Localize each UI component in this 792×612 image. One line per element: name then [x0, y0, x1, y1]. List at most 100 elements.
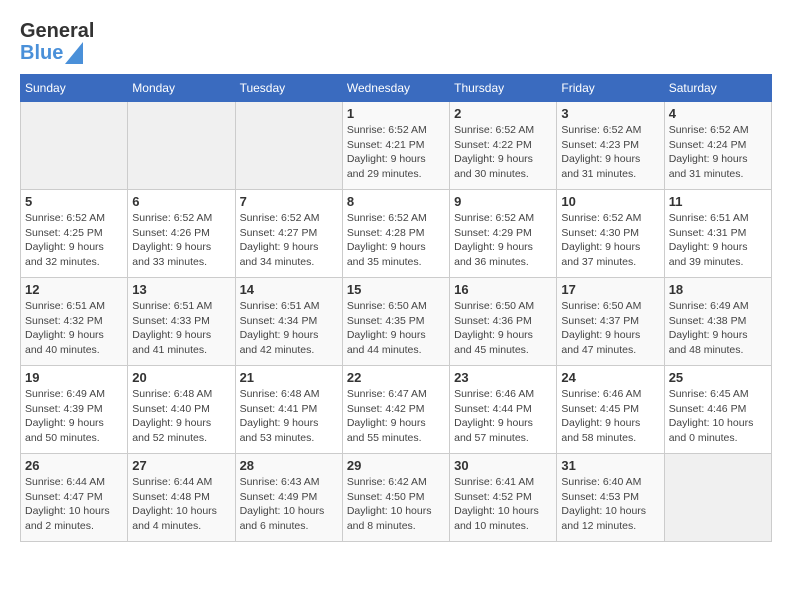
- header-saturday: Saturday: [664, 75, 771, 102]
- calendar-cell: 6 Sunrise: 6:52 AM Sunset: 4:26 PM Daylig…: [128, 190, 235, 278]
- day-number: 25: [669, 370, 767, 385]
- day-number: 18: [669, 282, 767, 297]
- day-number: 30: [454, 458, 552, 473]
- week-row-3: 12 Sunrise: 6:51 AM Sunset: 4:32 PM Dayli…: [21, 278, 772, 366]
- calendar-cell: 17 Sunrise: 6:50 AM Sunset: 4:37 PM Dayli…: [557, 278, 664, 366]
- calendar-cell: 24 Sunrise: 6:46 AM Sunset: 4:45 PM Dayli…: [557, 366, 664, 454]
- calendar-cell: 14 Sunrise: 6:51 AM Sunset: 4:34 PM Dayli…: [235, 278, 342, 366]
- calendar-cell: 15 Sunrise: 6:50 AM Sunset: 4:35 PM Dayli…: [342, 278, 449, 366]
- logo-icon: [65, 42, 83, 64]
- calendar-cell: 20 Sunrise: 6:48 AM Sunset: 4:40 PM Dayli…: [128, 366, 235, 454]
- day-info: Sunrise: 6:52 AM Sunset: 4:25 PM Dayligh…: [25, 211, 123, 270]
- day-number: 20: [132, 370, 230, 385]
- calendar-table: SundayMondayTuesdayWednesdayThursdayFrid…: [20, 74, 772, 542]
- day-info: Sunrise: 6:48 AM Sunset: 4:40 PM Dayligh…: [132, 387, 230, 446]
- day-info: Sunrise: 6:46 AM Sunset: 4:44 PM Dayligh…: [454, 387, 552, 446]
- day-number: 13: [132, 282, 230, 297]
- week-row-5: 26 Sunrise: 6:44 AM Sunset: 4:47 PM Dayli…: [21, 454, 772, 542]
- day-number: 1: [347, 106, 445, 121]
- day-info: Sunrise: 6:50 AM Sunset: 4:36 PM Dayligh…: [454, 299, 552, 358]
- calendar-cell: 12 Sunrise: 6:51 AM Sunset: 4:32 PM Dayli…: [21, 278, 128, 366]
- calendar-cell: 4 Sunrise: 6:52 AM Sunset: 4:24 PM Daylig…: [664, 102, 771, 190]
- header-sunday: Sunday: [21, 75, 128, 102]
- calendar-header-row: SundayMondayTuesdayWednesdayThursdayFrid…: [21, 75, 772, 102]
- calendar-cell: 13Sunrise: 6:51 AM Sunset: 4:33 PM Dayli…: [128, 278, 235, 366]
- header-friday: Friday: [557, 75, 664, 102]
- day-info: Sunrise: 6:52 AM Sunset: 4:26 PM Dayligh…: [132, 211, 230, 270]
- calendar-cell: 29 Sunrise: 6:42 AM Sunset: 4:50 PM Dayli…: [342, 454, 449, 542]
- day-info: Sunrise: 6:52 AM Sunset: 4:27 PM Dayligh…: [240, 211, 338, 270]
- day-info: Sunrise: 6:50 AM Sunset: 4:37 PM Dayligh…: [561, 299, 659, 358]
- calendar-cell: 30 Sunrise: 6:41 AM Sunset: 4:52 PM Dayli…: [450, 454, 557, 542]
- day-number: 4: [669, 106, 767, 121]
- day-number: 16: [454, 282, 552, 297]
- day-info: Sunrise: 6:48 AM Sunset: 4:41 PM Dayligh…: [240, 387, 338, 446]
- calendar-cell: 9Sunrise: 6:52 AM Sunset: 4:29 PM Daylig…: [450, 190, 557, 278]
- day-info: Sunrise: 6:51 AM Sunset: 4:31 PM Dayligh…: [669, 211, 767, 270]
- day-info: Sunrise: 6:43 AM Sunset: 4:49 PM Dayligh…: [240, 475, 338, 534]
- day-number: 12: [25, 282, 123, 297]
- logo-general: General: [20, 20, 94, 42]
- calendar-cell: 18Sunrise: 6:49 AM Sunset: 4:38 PM Dayli…: [664, 278, 771, 366]
- week-row-2: 5 Sunrise: 6:52 AM Sunset: 4:25 PM Daylig…: [21, 190, 772, 278]
- day-number: 11: [669, 194, 767, 209]
- day-info: Sunrise: 6:50 AM Sunset: 4:35 PM Dayligh…: [347, 299, 445, 358]
- day-number: 10: [561, 194, 659, 209]
- day-info: Sunrise: 6:52 AM Sunset: 4:30 PM Dayligh…: [561, 211, 659, 270]
- day-number: 27: [132, 458, 230, 473]
- week-row-1: 1 Sunrise: 6:52 AM Sunset: 4:21 PM Daylig…: [21, 102, 772, 190]
- day-number: 17: [561, 282, 659, 297]
- calendar-cell: 2Sunrise: 6:52 AM Sunset: 4:22 PM Daylig…: [450, 102, 557, 190]
- day-info: Sunrise: 6:44 AM Sunset: 4:47 PM Dayligh…: [25, 475, 123, 534]
- calendar-cell: 5 Sunrise: 6:52 AM Sunset: 4:25 PM Daylig…: [21, 190, 128, 278]
- calendar-cell: 3 Sunrise: 6:52 AM Sunset: 4:23 PM Daylig…: [557, 102, 664, 190]
- day-number: 23: [454, 370, 552, 385]
- day-info: Sunrise: 6:41 AM Sunset: 4:52 PM Dayligh…: [454, 475, 552, 534]
- day-info: Sunrise: 6:51 AM Sunset: 4:32 PM Dayligh…: [25, 299, 123, 358]
- header-thursday: Thursday: [450, 75, 557, 102]
- day-info: Sunrise: 6:51 AM Sunset: 4:34 PM Dayligh…: [240, 299, 338, 358]
- day-number: 29: [347, 458, 445, 473]
- day-number: 5: [25, 194, 123, 209]
- header-monday: Monday: [128, 75, 235, 102]
- calendar-cell: 16 Sunrise: 6:50 AM Sunset: 4:36 PM Dayli…: [450, 278, 557, 366]
- day-number: 31: [561, 458, 659, 473]
- calendar-cell: 21 Sunrise: 6:48 AM Sunset: 4:41 PM Dayli…: [235, 366, 342, 454]
- day-number: 22: [347, 370, 445, 385]
- day-number: 26: [25, 458, 123, 473]
- day-info: Sunrise: 6:52 AM Sunset: 4:29 PM Dayligh…: [454, 211, 552, 270]
- calendar-cell: 8 Sunrise: 6:52 AM Sunset: 4:28 PM Daylig…: [342, 190, 449, 278]
- header-tuesday: Tuesday: [235, 75, 342, 102]
- calendar-cell: 1 Sunrise: 6:52 AM Sunset: 4:21 PM Daylig…: [342, 102, 449, 190]
- day-number: 15: [347, 282, 445, 297]
- day-number: 8: [347, 194, 445, 209]
- day-number: 3: [561, 106, 659, 121]
- header-wednesday: Wednesday: [342, 75, 449, 102]
- day-number: 24: [561, 370, 659, 385]
- day-number: 7: [240, 194, 338, 209]
- calendar-cell: 26 Sunrise: 6:44 AM Sunset: 4:47 PM Dayli…: [21, 454, 128, 542]
- day-info: Sunrise: 6:52 AM Sunset: 4:24 PM Dayligh…: [669, 123, 767, 182]
- page-header: General Blue: [20, 20, 772, 64]
- day-info: Sunrise: 6:52 AM Sunset: 4:23 PM Dayligh…: [561, 123, 659, 182]
- day-number: 6: [132, 194, 230, 209]
- day-info: Sunrise: 6:42 AM Sunset: 4:50 PM Dayligh…: [347, 475, 445, 534]
- day-info: Sunrise: 6:46 AM Sunset: 4:45 PM Dayligh…: [561, 387, 659, 446]
- day-info: Sunrise: 6:47 AM Sunset: 4:42 PM Dayligh…: [347, 387, 445, 446]
- calendar-cell: 25 Sunrise: 6:45 AM Sunset: 4:46 PM Dayli…: [664, 366, 771, 454]
- day-number: 28: [240, 458, 338, 473]
- day-number: 2: [454, 106, 552, 121]
- calendar-cell: 22 Sunrise: 6:47 AM Sunset: 4:42 PM Dayli…: [342, 366, 449, 454]
- day-info: Sunrise: 6:44 AM Sunset: 4:48 PM Dayligh…: [132, 475, 230, 534]
- day-number: 21: [240, 370, 338, 385]
- calendar-cell: 7 Sunrise: 6:52 AM Sunset: 4:27 PM Daylig…: [235, 190, 342, 278]
- calendar-cell: 31Sunrise: 6:40 AM Sunset: 4:53 PM Dayli…: [557, 454, 664, 542]
- calendar-cell: 28 Sunrise: 6:43 AM Sunset: 4:49 PM Dayli…: [235, 454, 342, 542]
- day-number: 14: [240, 282, 338, 297]
- calendar-cell: [128, 102, 235, 190]
- day-info: Sunrise: 6:45 AM Sunset: 4:46 PM Dayligh…: [669, 387, 767, 446]
- day-info: Sunrise: 6:52 AM Sunset: 4:28 PM Dayligh…: [347, 211, 445, 270]
- day-info: Sunrise: 6:52 AM Sunset: 4:21 PM Dayligh…: [347, 123, 445, 182]
- calendar-cell: 27 Sunrise: 6:44 AM Sunset: 4:48 PM Dayli…: [128, 454, 235, 542]
- calendar-cell: 11 Sunrise: 6:51 AM Sunset: 4:31 PM Dayli…: [664, 190, 771, 278]
